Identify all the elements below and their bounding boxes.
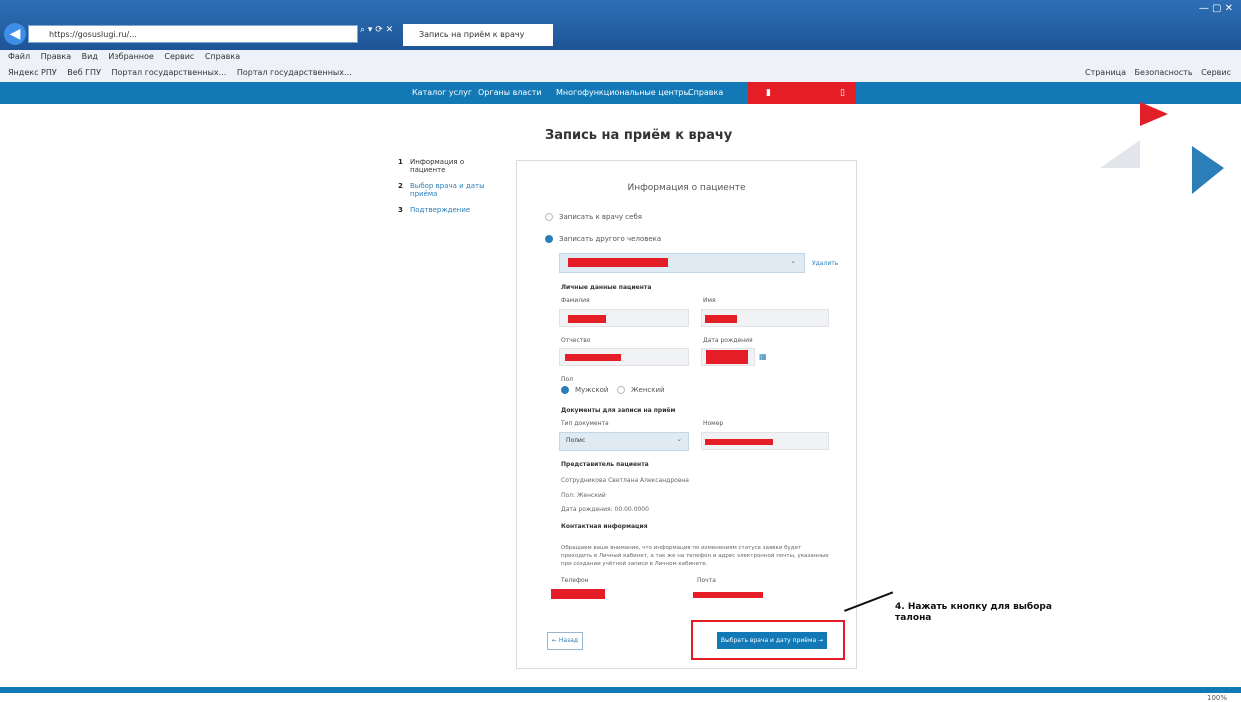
page-menu[interactable]: Страница <box>1085 68 1126 77</box>
radio-dot <box>617 386 625 394</box>
decor-triangle-red <box>1140 102 1168 126</box>
page-title: Запись на приём к врачу <box>545 128 733 143</box>
contact-notice: Обращаем ваше внимание, что информация п… <box>561 545 829 567</box>
security-menu[interactable]: Безопасность <box>1135 68 1193 77</box>
policy-type-select[interactable]: Полис ⌄ <box>559 432 689 451</box>
rep-section-title: Представитель пациента <box>561 461 649 468</box>
step-label[interactable]: Выбор врача и даты приёма <box>410 182 485 198</box>
favorite-item[interactable]: Портал государственных... <box>111 68 226 77</box>
rep-birthdate: Дата рождения: 00.00.0000 <box>561 506 649 513</box>
redacted-surname <box>568 315 606 323</box>
birthdate-field[interactable] <box>701 348 755 366</box>
radio-dot <box>545 235 553 243</box>
form-title: Информация о пациенте <box>627 183 746 193</box>
redacted-patronymic <box>565 354 621 361</box>
radio-gender-female[interactable]: Женский <box>617 386 665 394</box>
annotation-highlight-box <box>691 620 845 660</box>
rep-name: Сотрудникова Светлана Александровна <box>561 477 689 484</box>
patient-form-card: Информация о пациенте Записать к врачу с… <box>516 160 857 669</box>
radio-label: Мужской <box>575 386 609 394</box>
chevron-down-icon: ⌄ <box>676 435 682 443</box>
redacted-person <box>568 258 668 267</box>
favorites-bar: Яндекс РПУ Веб ГПУ Портал государственны… <box>0 64 1241 83</box>
docs-section-title: Документы для записи на приём <box>561 407 676 414</box>
menu-file[interactable]: Файл <box>8 52 30 61</box>
name-field[interactable] <box>701 309 829 327</box>
zoom-level[interactable]: 100% <box>1207 694 1227 702</box>
step-3[interactable]: 3 Подтверждение <box>398 206 498 214</box>
radio-self[interactable]: Записать к врачу себя <box>545 213 642 221</box>
menu-help[interactable]: Справка <box>205 52 240 61</box>
redacted-email <box>693 592 763 598</box>
nav-help[interactable]: Справка <box>688 82 723 104</box>
email-label: Почта <box>697 577 716 584</box>
nav-mfc[interactable]: Многофункциональные центры <box>556 82 690 104</box>
nav-authorities[interactable]: Органы власти <box>478 82 542 104</box>
surname-label: Фамилия <box>561 297 590 304</box>
window-controls[interactable]: — ▢ ✕ <box>1199 3 1233 14</box>
patient-section-title: Личные данные пациента <box>561 284 652 291</box>
address-actions[interactable]: ⌕ ▾ ⟳ ✕ <box>360 25 393 35</box>
gender-label: Пол <box>561 376 574 383</box>
step-1: 1 Информация о пациенте <box>398 158 498 174</box>
rep-gender: Пол: Женский <box>561 492 606 499</box>
policy-type-label: Тип документа <box>561 420 609 427</box>
step-number: 2 <box>398 182 403 190</box>
menu-favorites[interactable]: Избранное <box>108 52 153 61</box>
radio-dot <box>561 386 569 394</box>
exit-icon[interactable]: ▯ <box>840 82 845 104</box>
step-list: 1 Информация о пациенте 2 Выбор врача и … <box>398 158 498 222</box>
chevron-down-icon: ⌄ <box>790 257 796 265</box>
menu-tools[interactable]: Сервис <box>164 52 194 61</box>
browser-menubar: Файл Правка Вид Избранное Сервис Справка <box>0 50 1241 64</box>
delete-link[interactable]: Удалить <box>812 260 838 267</box>
phone-label: Телефон <box>561 577 589 584</box>
browser-tab[interactable]: Запись на приём к врачу <box>403 24 553 46</box>
decor-triangle-blue <box>1192 146 1224 194</box>
patronymic-label: Отчество <box>561 337 591 344</box>
surname-field[interactable] <box>559 309 689 327</box>
step-label: Информация о пациенте <box>410 158 465 174</box>
redacted-phone <box>551 589 605 599</box>
tools-menu[interactable]: Сервис <box>1201 68 1231 77</box>
decor-triangle-grey <box>1100 140 1140 168</box>
person-select[interactable]: ⌄ <box>559 253 805 273</box>
menu-edit[interactable]: Правка <box>41 52 71 61</box>
radio-gender-male[interactable]: Мужской <box>561 386 608 394</box>
favorite-item[interactable]: Портал государственных... <box>237 68 352 77</box>
step-number: 1 <box>398 158 403 166</box>
redacted-number <box>705 439 773 445</box>
step-number: 3 <box>398 206 403 214</box>
favorite-item[interactable]: Веб ГПУ <box>67 68 101 77</box>
radio-label: Записать к врачу себя <box>559 213 642 221</box>
step-label[interactable]: Подтверждение <box>410 206 470 214</box>
page-bottom-bar <box>0 687 1241 693</box>
radio-other[interactable]: Записать другого человека <box>545 235 661 243</box>
radio-label: Записать другого человека <box>559 235 662 243</box>
patronymic-field[interactable] <box>559 348 689 366</box>
address-bar[interactable]: https://gosuslugi.ru/... <box>28 25 358 43</box>
policy-type-value: Полис <box>566 437 586 444</box>
nav-catalog[interactable]: Каталог услуг <box>412 82 472 104</box>
back-arrow-icon[interactable]: ◀ <box>4 23 26 45</box>
browser-titlebar: ◀ https://gosuslugi.ru/... ⌕ ▾ ⟳ ✕ Запис… <box>0 0 1241 50</box>
birthdate-label: Дата рождения <box>703 337 753 344</box>
step-2[interactable]: 2 Выбор врача и даты приёма <box>398 182 498 198</box>
redacted-birthdate <box>706 350 748 364</box>
redacted-name <box>705 315 737 323</box>
back-button[interactable]: ← Назад <box>547 632 583 650</box>
user-icon: ▮ <box>766 88 771 98</box>
calendar-icon[interactable]: ▦ <box>759 352 767 361</box>
contact-section-title: Контактная информация <box>561 523 648 530</box>
user-panel-redacted[interactable]: ▮ ▯ <box>748 82 856 104</box>
site-nav: Каталог услуг Органы власти Многофункцио… <box>0 82 1241 104</box>
radio-dot <box>545 213 553 221</box>
name-label: Имя <box>703 297 716 304</box>
menu-view[interactable]: Вид <box>82 52 98 61</box>
radio-label: Женский <box>631 386 665 394</box>
favorite-item[interactable]: Яндекс РПУ <box>8 68 57 77</box>
number-label: Номер <box>703 420 724 427</box>
number-field[interactable] <box>701 432 829 450</box>
annotation-text: 4. Нажать кнопку для выбора талона <box>895 602 1052 623</box>
